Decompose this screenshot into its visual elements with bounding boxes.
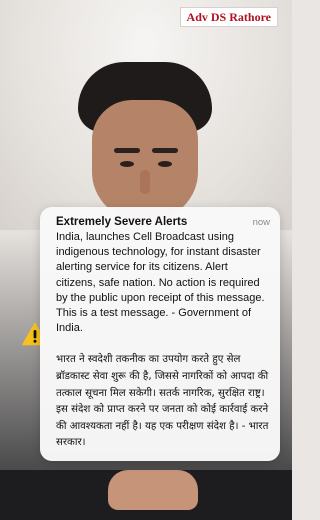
alert-timestamp: now xyxy=(252,217,270,228)
presenter-hand xyxy=(108,470,198,510)
alert-message-english: India, launches Cell Broadcast using ind… xyxy=(56,231,265,335)
presenter-eye-left xyxy=(120,161,134,167)
presenter-face xyxy=(92,100,198,220)
presenter-brow-left xyxy=(114,148,140,153)
presenter-brow-right xyxy=(152,148,178,153)
alert-title: Extremely Severe Alerts xyxy=(56,216,188,228)
alert-message-hindi: भारत ने स्वदेशी तकनीक का उपयोग करते हुए … xyxy=(56,354,269,449)
channel-watermark: Adv DS Rathore xyxy=(179,7,278,27)
presenter-eye-right xyxy=(158,161,172,167)
presenter-nose xyxy=(140,170,150,194)
emergency-alert-notification[interactable]: Extremely Severe Alerts now India, launc… xyxy=(40,207,280,461)
alert-header: Extremely Severe Alerts now xyxy=(56,216,270,228)
